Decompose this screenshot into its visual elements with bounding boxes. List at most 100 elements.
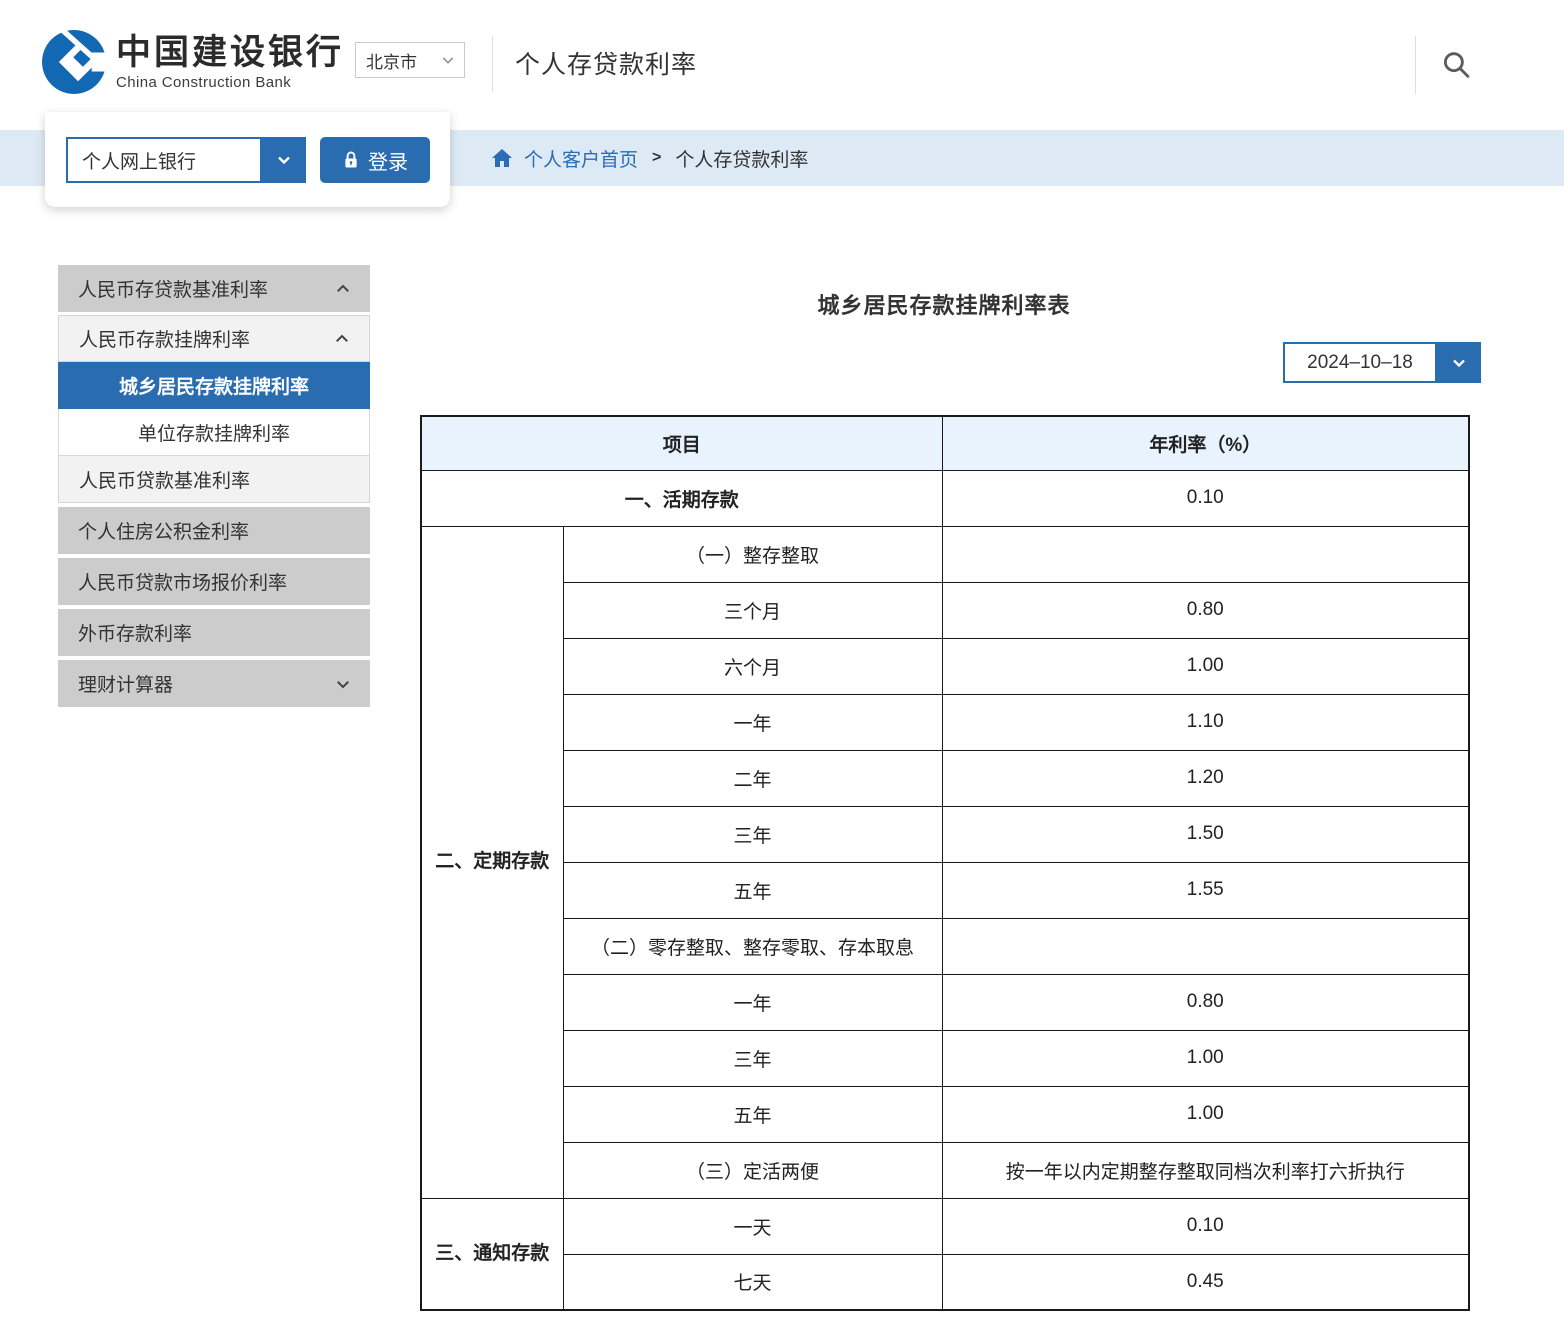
table-cell-rate: 1.50 — [942, 806, 1469, 862]
table-cell-rate — [942, 918, 1469, 974]
sidebar-nav: 人民币存贷款基准利率 人民币存款挂牌利率 城乡居民存款挂牌利率 单位存款挂牌利率… — [58, 265, 370, 711]
sidebar-item-finance-calculator[interactable]: 理财计算器 — [58, 660, 370, 707]
bank-logo-text: 中国建设银行 China Construction Bank — [116, 34, 344, 91]
date-select-caret[interactable] — [1437, 342, 1481, 383]
sidebar-item-label: 理财计算器 — [78, 670, 173, 697]
table-cell-item: 一年 — [563, 694, 942, 750]
lock-icon — [342, 150, 360, 170]
page: 中国建设银行 China Construction Bank 北京市 个人存贷款… — [0, 0, 1564, 1340]
table-cell-rate: 1.00 — [942, 1030, 1469, 1086]
table-row: 三个月 0.80 — [421, 582, 1469, 638]
sidebar-item-label: 外币存款利率 — [78, 619, 192, 646]
table-cell-rate: 按一年以内定期整存整取同档次利率打六折执行 — [942, 1142, 1469, 1198]
sidebar-item-lpr[interactable]: 人民币贷款市场报价利率 — [58, 558, 370, 605]
sidebar-item-label: 人民币贷款基准利率 — [79, 466, 250, 493]
table-cell-rate: 1.20 — [942, 750, 1469, 806]
sidebar-item-label: 人民币存款挂牌利率 — [79, 325, 250, 352]
table-cell-item: （三）定活两便 — [563, 1142, 942, 1198]
table-row: 七天 0.45 — [421, 1254, 1469, 1310]
home-icon — [490, 146, 514, 170]
breadcrumb-separator: > — [652, 149, 661, 167]
table-row: 一年 1.10 — [421, 694, 1469, 750]
table-cell-item: 五年 — [563, 1086, 942, 1142]
sidebar-item-label: 人民币贷款市场报价利率 — [78, 568, 287, 595]
table-header-row: 项目 年利率（%） — [421, 416, 1469, 470]
sidebar-item-rmb-benchmark-loan[interactable]: 人民币贷款基准利率 — [58, 456, 370, 503]
chevron-down-icon — [1449, 353, 1469, 373]
table-row: 三、通知存款 一天 0.10 — [421, 1198, 1469, 1254]
table-cell-item: 七天 — [563, 1254, 942, 1310]
table-row: 一、活期存款 0.10 — [421, 470, 1469, 526]
login-panel: 个人网上银行 登录 — [45, 112, 450, 207]
sidebar-item-foreign-currency-deposit[interactable]: 外币存款利率 — [58, 609, 370, 656]
breadcrumb: 个人客户首页 > 个人存贷款利率 — [490, 130, 808, 186]
chevron-down-icon — [440, 52, 456, 68]
table-cell-item: 五年 — [563, 862, 942, 918]
banking-channel-select[interactable]: 个人网上银行 — [66, 137, 306, 183]
table-cell-rate: 1.55 — [942, 862, 1469, 918]
sidebar-item-rmb-benchmark-deposit-loan[interactable]: 人民币存贷款基准利率 — [58, 265, 370, 312]
table-cell-item: 三年 — [563, 1030, 942, 1086]
table-cell-item: 一年 — [563, 974, 942, 1030]
table-cell-rate — [942, 526, 1469, 582]
chevron-up-icon — [333, 330, 351, 348]
table-cell-item: 三个月 — [563, 582, 942, 638]
region-select-value: 北京市 — [366, 48, 417, 73]
table-row: 三年 1.00 — [421, 1030, 1469, 1086]
ccb-logo-icon — [40, 28, 108, 96]
sidebar-item-rmb-listed-deposit[interactable]: 人民币存款挂牌利率 — [58, 315, 370, 362]
breadcrumb-current: 个人存贷款利率 — [675, 145, 808, 172]
table-row: （三）定活两便 按一年以内定期整存整取同档次利率打六折执行 — [421, 1142, 1469, 1198]
table-cell-item: 一天 — [563, 1198, 942, 1254]
sidebar-item-corporate-deposit-rates[interactable]: 单位存款挂牌利率 — [58, 409, 370, 456]
table-header-rate: 年利率（%） — [942, 416, 1469, 470]
top-header: 中国建设银行 China Construction Bank 北京市 个人存贷款… — [0, 0, 1564, 130]
sidebar-item-label: 城乡居民存款挂牌利率 — [119, 372, 309, 399]
date-select[interactable]: 2024–10–18 — [1283, 342, 1481, 383]
table-cell-rate: 0.80 — [942, 974, 1469, 1030]
table-cell-rate: 0.10 — [942, 470, 1469, 526]
header-right-divider — [1415, 36, 1416, 94]
table-cell-item: 二年 — [563, 750, 942, 806]
table-cell-item: （二）零存整取、整存零取、存本取息 — [563, 918, 942, 974]
table-row: 二年 1.20 — [421, 750, 1469, 806]
search-icon — [1439, 48, 1473, 82]
table-row: 五年 1.00 — [421, 1086, 1469, 1142]
table-row: （二）零存整取、整存零取、存本取息 — [421, 918, 1469, 974]
table-row: 五年 1.55 — [421, 862, 1469, 918]
table-cell-rate: 1.10 — [942, 694, 1469, 750]
table-title: 城乡居民存款挂牌利率表 — [420, 288, 1468, 320]
table-cell-group: 三、通知存款 — [421, 1198, 563, 1310]
table-cell-rate: 0.10 — [942, 1198, 1469, 1254]
table-cell-rate: 1.00 — [942, 638, 1469, 694]
table-cell-item: 三年 — [563, 806, 942, 862]
sidebar-item-label: 人民币存贷款基准利率 — [78, 275, 268, 302]
bank-logo[interactable]: 中国建设银行 China Construction Bank — [40, 28, 344, 96]
chevron-up-icon — [334, 280, 352, 298]
sidebar-item-housing-fund-rates[interactable]: 个人住房公积金利率 — [58, 507, 370, 554]
search-button[interactable] — [1433, 42, 1479, 88]
region-select[interactable]: 北京市 — [355, 42, 465, 78]
table-row: 二、定期存款 （一）整存整取 — [421, 526, 1469, 582]
banking-channel-value: 个人网上银行 — [66, 137, 262, 183]
login-button-label: 登录 — [368, 146, 408, 175]
sidebar-item-label: 个人住房公积金利率 — [78, 517, 249, 544]
table-cell-rate: 0.45 — [942, 1254, 1469, 1310]
banking-channel-caret[interactable] — [262, 137, 306, 183]
login-button[interactable]: 登录 — [320, 137, 430, 183]
table-row: 一年 0.80 — [421, 974, 1469, 1030]
table-cell-rate: 0.80 — [942, 582, 1469, 638]
breadcrumb-home-link[interactable]: 个人客户首页 — [524, 145, 638, 172]
bank-name-en: China Construction Bank — [116, 74, 344, 91]
chevron-down-icon — [274, 150, 294, 170]
date-select-value: 2024–10–18 — [1283, 342, 1437, 383]
table-cell-rate: 1.00 — [942, 1086, 1469, 1142]
table-row: 六个月 1.00 — [421, 638, 1469, 694]
sidebar-item-urban-rural-resident-rates[interactable]: 城乡居民存款挂牌利率 — [58, 362, 370, 409]
bank-name-cn: 中国建设银行 — [116, 34, 344, 72]
table-cell-item: （一）整存整取 — [563, 526, 942, 582]
table-header-item: 项目 — [421, 416, 942, 470]
table-cell-item: 六个月 — [563, 638, 942, 694]
sidebar-item-label: 单位存款挂牌利率 — [138, 419, 290, 446]
table-cell-item: 一、活期存款 — [421, 470, 942, 526]
